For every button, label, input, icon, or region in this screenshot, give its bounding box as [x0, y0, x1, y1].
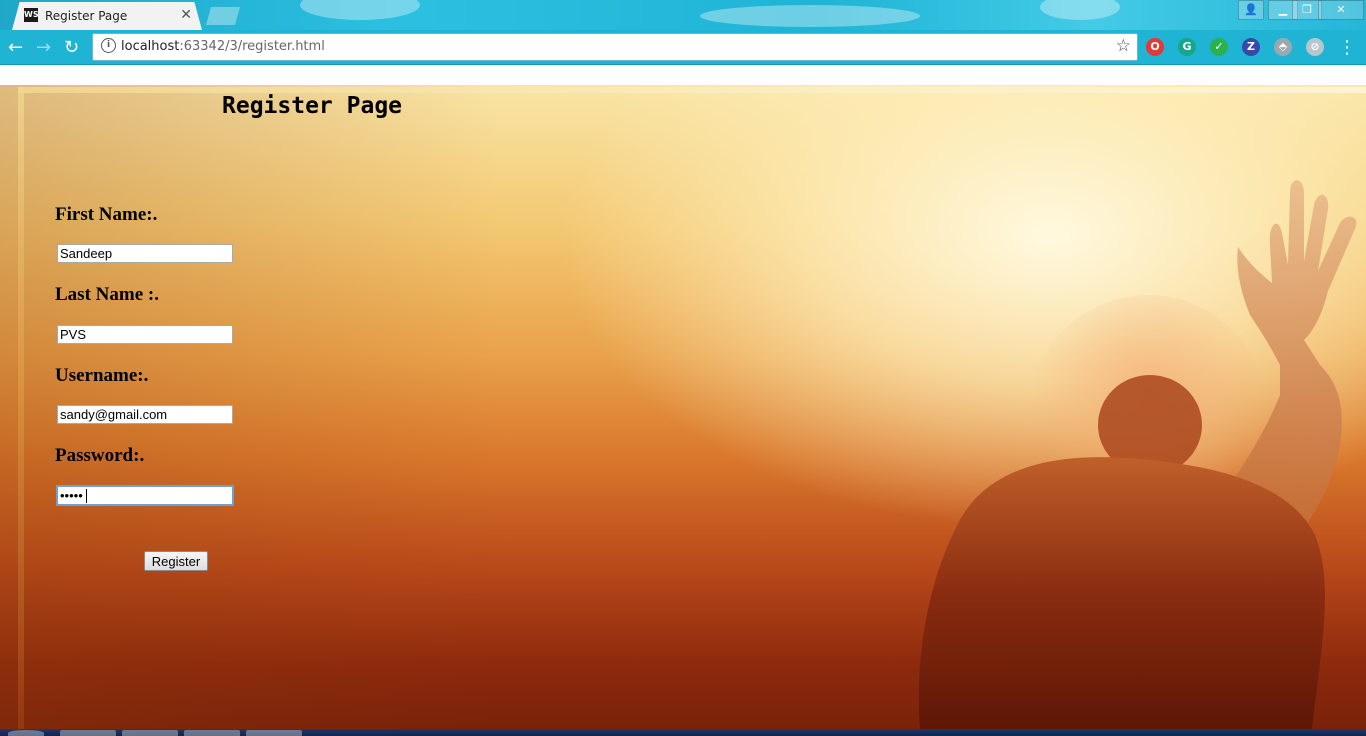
back-arrow-icon[interactable]: ← — [8, 37, 23, 58]
taskbar-item-app[interactable] — [184, 730, 240, 736]
password-input[interactable] — [56, 485, 234, 506]
info-icon[interactable]: i — [101, 38, 116, 53]
compass-extension-icon[interactable]: ⊘ — [1306, 38, 1324, 56]
active-tab[interactable]: WS Register Page ✕ — [12, 2, 202, 30]
tab-strip-decoration — [300, 0, 420, 20]
password-label: Password:. — [55, 445, 145, 466]
browser-tab-strip: WS Register Page ✕ 👤 ▁ ❐ ✕ — [0, 0, 1366, 30]
last-name-input[interactable] — [57, 325, 233, 344]
tab-strip-decoration — [1040, 0, 1120, 20]
silhouette-figure-image — [918, 180, 1357, 729]
close-window-icon[interactable]: ✕ — [1318, 0, 1364, 20]
username-input[interactable] — [57, 405, 233, 424]
check-extension-icon[interactable]: ✓ — [1210, 38, 1228, 56]
address-url[interactable]: localhost:63342/3/register.html — [121, 39, 325, 54]
taskbar-item-explorer[interactable] — [122, 730, 178, 736]
url-host: localhost — [121, 39, 180, 54]
first-name-input[interactable] — [57, 244, 233, 263]
reload-icon[interactable]: ↻ — [64, 37, 79, 58]
address-bar[interactable]: i localhost:63342/3/register.html ☆ — [92, 33, 1138, 61]
page-title: Register Page — [222, 93, 403, 119]
tab-title: Register Page — [45, 9, 128, 23]
bookmark-star-icon[interactable]: ☆ — [1116, 36, 1131, 56]
username-label: Username:. — [55, 365, 149, 386]
forward-arrow-icon[interactable]: → — [36, 37, 51, 58]
windows-taskbar — [0, 729, 1366, 736]
close-tab-icon[interactable]: ✕ — [180, 7, 192, 23]
profile-icon[interactable]: 👤 — [1238, 0, 1264, 20]
taskbar-item-chrome[interactable] — [60, 730, 116, 736]
browser-toolbar: ← → ↻ i localhost:63342/3/register.html … — [0, 30, 1366, 65]
shield-extension-icon[interactable]: ⬘ — [1274, 38, 1292, 56]
register-button[interactable]: Register — [144, 551, 208, 571]
zotero-extension-icon[interactable]: Z — [1242, 38, 1260, 56]
grammarly-extension-icon[interactable]: G — [1178, 38, 1196, 56]
new-tab-button[interactable] — [206, 7, 240, 25]
opera-extension-icon[interactable]: O — [1146, 38, 1164, 56]
tab-strip-decoration — [700, 5, 920, 27]
browser-menu-icon[interactable]: ⋮ — [1338, 37, 1356, 58]
last-name-label: Last Name :. — [55, 284, 159, 305]
first-name-label: First Name:. — [55, 204, 158, 225]
text-caret — [86, 489, 87, 503]
taskbar-item-webstorm[interactable] — [246, 730, 302, 736]
start-button[interactable] — [8, 730, 44, 736]
url-path: :63342/3/register.html — [179, 39, 325, 54]
webstorm-favicon-icon: WS — [24, 8, 39, 22]
page-viewport: Register Page First Name:. Last Name :. … — [0, 65, 1366, 729]
